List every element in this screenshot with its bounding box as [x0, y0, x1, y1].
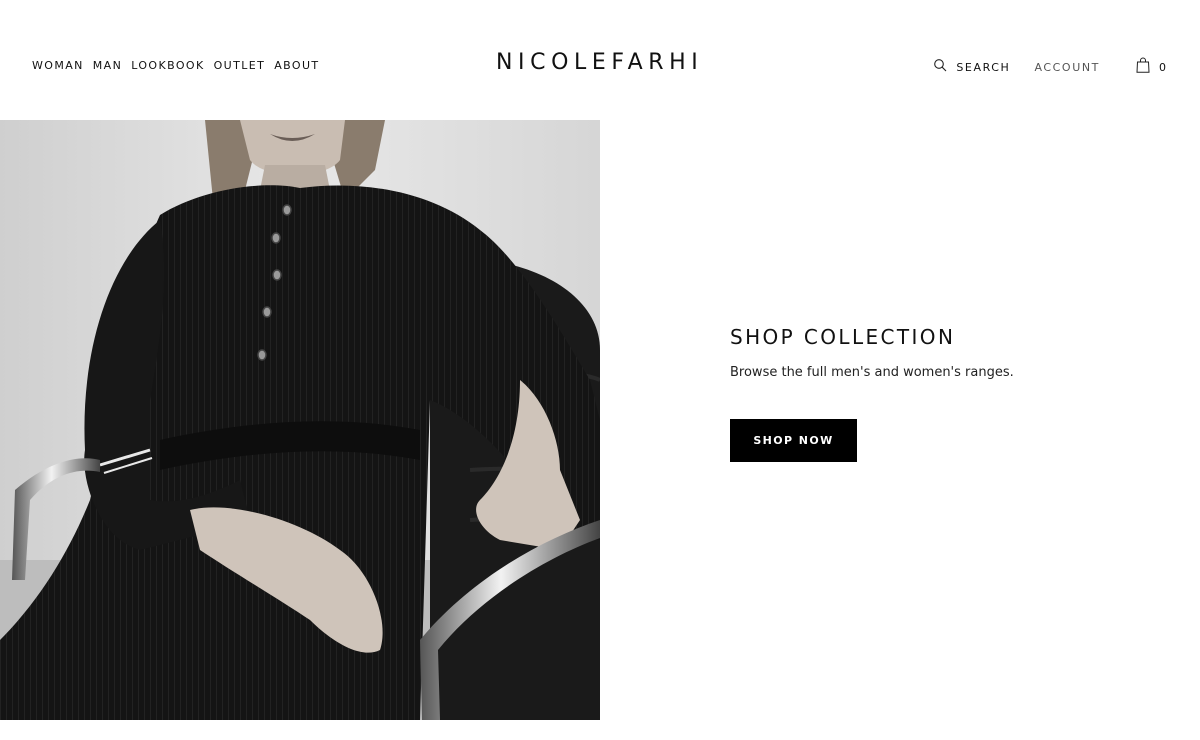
hero-image[interactable]	[0, 120, 600, 720]
shop-now-button[interactable]: SHOP NOW	[730, 419, 857, 462]
account-link[interactable]: ACCOUNT	[1034, 61, 1100, 74]
nav-woman[interactable]: WOMAN	[32, 59, 84, 72]
cart-count: 0	[1159, 61, 1166, 74]
brand-logo[interactable]: NICOLEFARHI	[496, 50, 708, 75]
promo-description: Browse the full men's and women's ranges…	[730, 365, 1014, 380]
nav-about[interactable]: ABOUT	[274, 59, 319, 72]
nav-outlet[interactable]: OUTLET	[214, 59, 266, 72]
shopping-bag-icon	[1136, 57, 1150, 78]
model-photo	[0, 120, 600, 720]
nav-lookbook[interactable]: LOOKBOOK	[131, 59, 204, 72]
site-header: WOMAN MAN LOOKBOOK OUTLET ABOUT NICOLEFA…	[0, 0, 1200, 120]
search-label: SEARCH	[956, 61, 1011, 74]
promo-panel: SHOP COLLECTION Browse the full men's an…	[730, 325, 1130, 462]
search-button[interactable]: SEARCH	[933, 58, 1010, 77]
promo-title: SHOP COLLECTION	[730, 325, 956, 349]
main-nav: WOMAN MAN LOOKBOOK OUTLET ABOUT	[32, 59, 320, 72]
search-icon	[933, 58, 947, 77]
nav-man[interactable]: MAN	[93, 59, 122, 72]
utility-nav: SEARCH ACCOUNT 0	[933, 57, 1166, 78]
cart-button[interactable]: 0	[1136, 57, 1166, 78]
